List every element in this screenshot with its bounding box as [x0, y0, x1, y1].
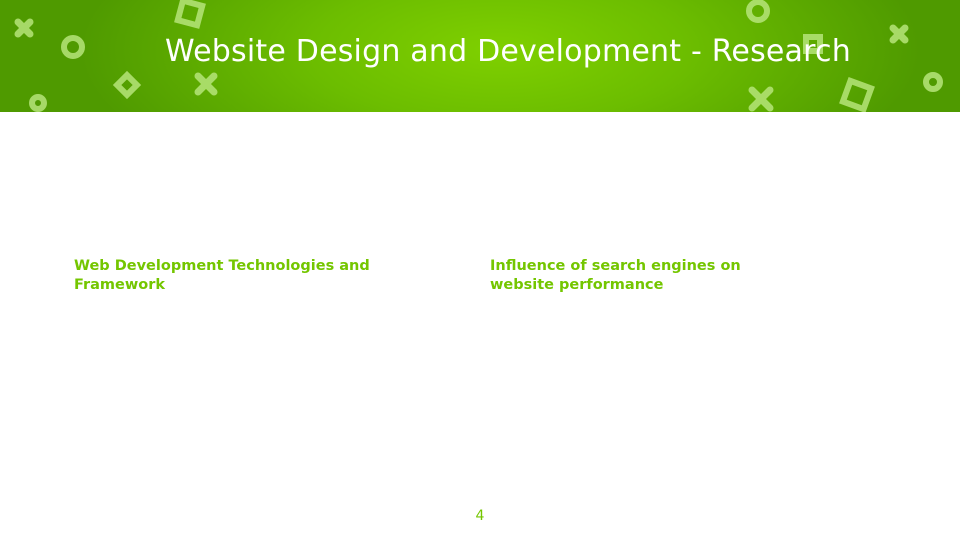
right-column-heading: Influence of search engines on website p…: [490, 258, 741, 293]
cross-shape: [14, 18, 34, 38]
circle-shape: [29, 94, 47, 112]
square-shape: [174, 0, 206, 29]
circle-shape: [923, 72, 943, 92]
slide-title: Website Design and Development - Researc…: [165, 34, 851, 69]
cross-shape: [194, 72, 218, 96]
page-number: 4: [475, 508, 485, 524]
cross-shape: [748, 86, 774, 112]
circle-shape: [746, 0, 770, 23]
diamond-shape: [112, 70, 142, 100]
header-banner: Website Design and Development - Researc…: [0, 0, 960, 112]
square-shape: [839, 77, 875, 112]
left-column-heading: Web Development Technologies and Framewo…: [74, 258, 370, 293]
